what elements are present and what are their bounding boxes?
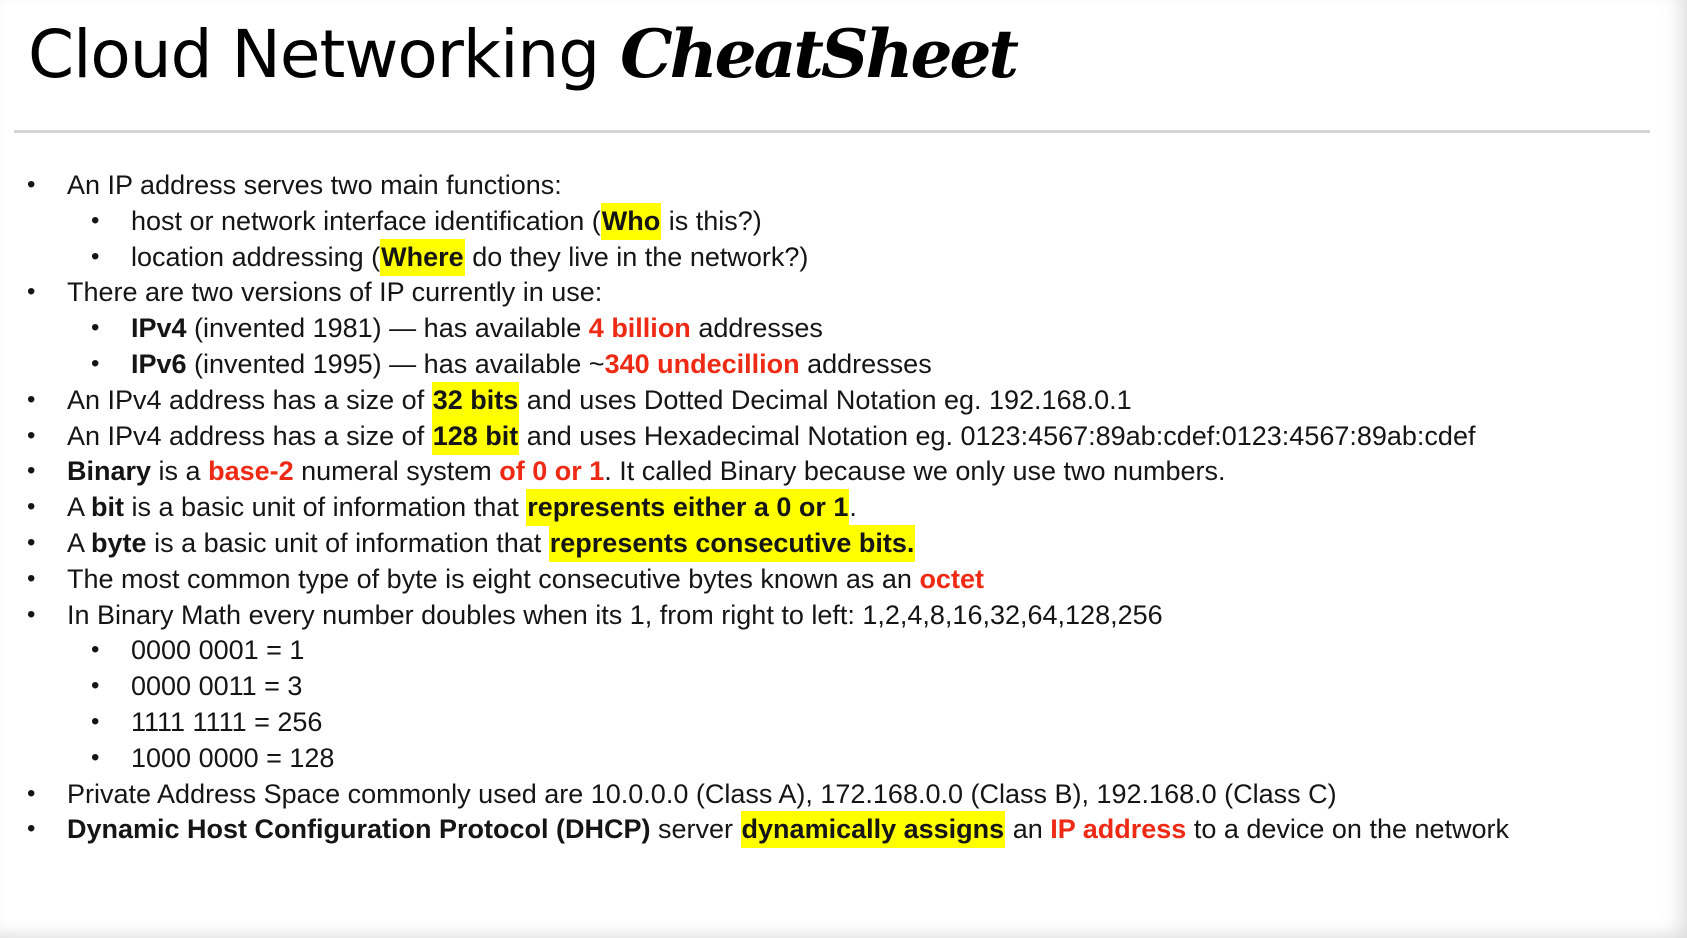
bullet-marker: •: [27, 278, 36, 306]
slide-page: Cloud Networking CheatSheet • An IP addr…: [0, 0, 1687, 938]
item-text: 0000 0001 = 1: [131, 635, 305, 666]
item-text: In Binary Math every number doubles when…: [67, 599, 1163, 630]
bullet-marker: •: [91, 636, 100, 664]
highlight-text: represents consecutive bits.: [548, 525, 916, 562]
bullet-marker: •: [91, 672, 100, 700]
item-text: 1000 0000 = 128: [131, 742, 335, 773]
item-text: Dynamic Host Configuration Protocol (DHC…: [67, 810, 1509, 849]
highlight-text: Where: [380, 238, 465, 276]
bullet-marker: •: [27, 385, 36, 413]
item-text: IPv4 (invented 1981) — has available 4 b…: [131, 313, 823, 344]
item-text: 1111 1111 = 256: [131, 707, 323, 737]
item-text: An IPv4 address has a size of 128 bit an…: [67, 417, 1475, 455]
bullet-marker: •: [27, 457, 36, 485]
item-text: A bit is a basic unit of information tha…: [67, 488, 857, 527]
bullet-marker: •: [91, 242, 100, 270]
bullet-marker: •: [91, 708, 100, 735]
bullet-marker: •: [27, 779, 36, 807]
page-title: Cloud Networking CheatSheet: [28, 14, 1019, 95]
item-text: Private Address Space commonly used are …: [67, 778, 1337, 809]
item-text: An IPv4 address has a size of 32 bits an…: [67, 381, 1132, 419]
highlight-text: Who: [600, 202, 662, 240]
bullet-marker: •: [27, 564, 36, 592]
bullet-marker: •: [91, 206, 100, 234]
bold-text: bit: [91, 492, 125, 523]
bullet-marker: •: [27, 529, 36, 556]
item-text: host or network interface identification…: [131, 202, 762, 240]
title-divider: [14, 130, 1650, 133]
bold-text: Binary: [67, 456, 152, 487]
bold-text: IPv6: [131, 349, 187, 379]
red-emphasis-text: base-2: [208, 456, 294, 487]
bullet-marker: •: [27, 815, 36, 843]
red-emphasis-text: 340 undecillion: [604, 349, 800, 379]
item-text: 0000 0011 = 3: [131, 671, 303, 702]
highlight-text: dynamically assigns: [740, 811, 1006, 849]
bold-text: Dynamic Host Configuration Protocol (DHC…: [67, 814, 651, 845]
title-bold: CheatSheet: [620, 15, 1019, 93]
item-text: location addressing (Where do they live …: [131, 238, 808, 276]
bullet-marker: •: [27, 493, 36, 521]
bullet-marker: •: [27, 171, 36, 198]
bullet-marker: •: [91, 314, 100, 342]
item-text: A byte is a basic unit of information th…: [67, 524, 916, 562]
highlight-text: 32 bits: [431, 381, 520, 419]
item-text: An IP address serves two main functions:: [67, 170, 562, 200]
bullet-marker: •: [91, 743, 100, 771]
item-text: IPv6 (invented 1995) — has available ~34…: [131, 349, 932, 379]
bullet-marker: •: [91, 350, 100, 377]
bullet-marker: •: [27, 600, 36, 628]
red-emphasis-text: 4 billion: [588, 313, 691, 344]
red-emphasis-text: octet: [919, 563, 984, 594]
bold-text: IPv4: [131, 313, 187, 344]
item-text: Binary is a base-2 numeral system of 0 o…: [67, 456, 1226, 487]
item-text: There are two versions of IP currently i…: [67, 277, 603, 308]
title-regular: Cloud Networking: [28, 16, 600, 93]
highlight-text: 128 bit: [431, 417, 520, 455]
bold-text: byte: [91, 528, 147, 558]
red-emphasis-text: IP address: [1050, 814, 1187, 845]
red-emphasis-text: of 0 or 1: [499, 456, 605, 487]
item-text: The most common type of byte is eight co…: [67, 563, 984, 594]
highlight-text: represents either a 0 or 1: [526, 489, 850, 527]
bullet-marker: •: [27, 421, 36, 449]
